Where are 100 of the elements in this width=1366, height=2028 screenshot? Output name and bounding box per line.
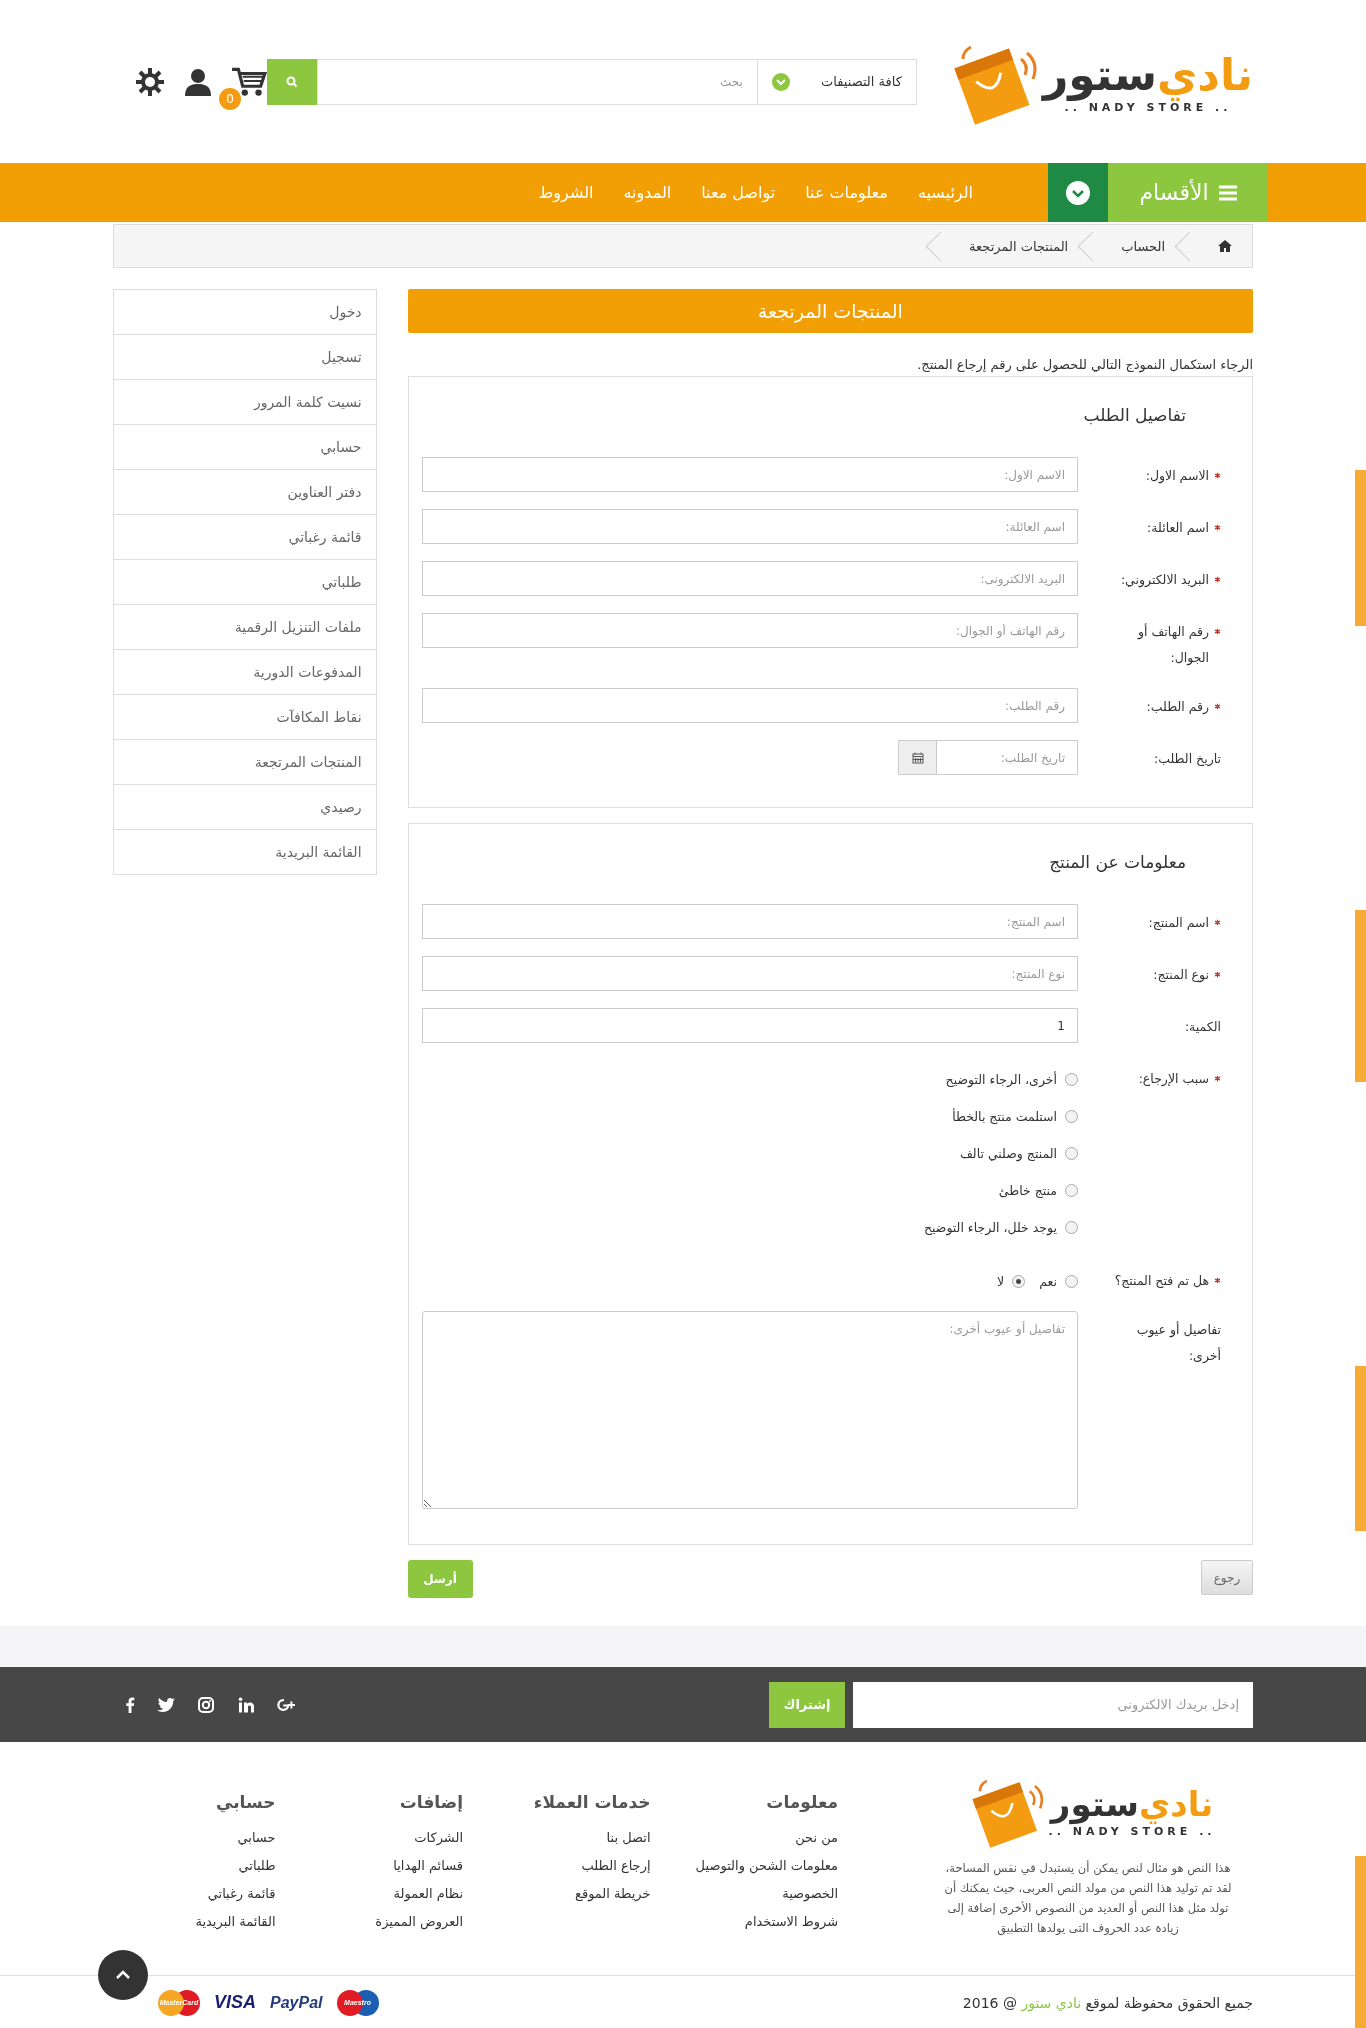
field-label: تاريخ الطلب:: [1154, 750, 1221, 769]
radio-button[interactable]: [1065, 1110, 1078, 1123]
sidebar-item[interactable]: القائمة البريدية: [114, 830, 376, 874]
logo-tagline: .. NADY STORE ..: [1064, 101, 1232, 115]
text-field[interactable]: رقم الطلب:: [421, 688, 1078, 723]
radio-button[interactable]: [1065, 1147, 1078, 1160]
field-label: الاسم الاول:: [1145, 467, 1209, 486]
field-label: سبب الإرجاع:: [1138, 1070, 1209, 1089]
footer-link[interactable]: اتصل بنا: [488, 1824, 651, 1852]
sidebar-item[interactable]: نسيت كلمة المرور: [114, 380, 376, 425]
back-button[interactable]: رجوع: [1201, 1560, 1253, 1595]
sidebar-item[interactable]: نقاط المكافآت: [114, 695, 376, 740]
home-icon[interactable]: [1218, 240, 1232, 252]
chevron-up-icon: [115, 1970, 131, 1980]
radio-label: منتج خاطئ: [998, 1183, 1057, 1198]
search-field[interactable]: بحث: [317, 58, 757, 105]
footer-link[interactable]: قائمة رغباتي: [113, 1880, 276, 1908]
sidebar-item[interactable]: المنتجات المرتجعة: [114, 740, 376, 785]
text-field[interactable]: البريد الالكترونى:: [421, 561, 1078, 596]
footer-link[interactable]: الشركات: [300, 1824, 463, 1852]
radio-button[interactable]: [1012, 1275, 1026, 1288]
scroll-to-top-button[interactable]: [98, 1950, 148, 2000]
logo-name: ناديستور: [1042, 48, 1253, 102]
cart-count-badge: 0: [219, 87, 241, 110]
footer-link[interactable]: شروط الاستخدام: [675, 1908, 839, 1936]
settings-icon[interactable]: [135, 66, 165, 97]
field-label: رقم الهاتف أو الجوال:: [1136, 622, 1209, 668]
field-label: تفاصيل أو عيوب أخرى:: [1135, 1320, 1221, 1365]
facebook-icon[interactable]: [125, 1696, 135, 1713]
details-textarea[interactable]: تفاصيل أو عيوب أخرى:: [421, 1311, 1078, 1509]
text-field[interactable]: نوع المنتج:: [421, 956, 1078, 991]
radio-button[interactable]: [1065, 1221, 1078, 1234]
field-label: رقم الطلب:: [1146, 698, 1209, 716]
field-label: اسم العائلة:: [1147, 519, 1209, 537]
search-icon: [286, 75, 298, 88]
breadcrumb-link[interactable]: المنتجات المرتجعة: [969, 238, 1069, 254]
text-field[interactable]: اسم المنتج:: [421, 904, 1078, 939]
radio-label: نعم: [1039, 1274, 1057, 1289]
footer-link[interactable]: نظام العمولة: [300, 1880, 463, 1908]
field-label: نوع المنتج:: [1153, 966, 1209, 985]
google-plus-icon[interactable]: [277, 1696, 295, 1713]
footer-link[interactable]: معلومات الشحن والتوصيل: [675, 1852, 839, 1880]
text-field[interactable]: الاسم الاول:: [421, 457, 1078, 492]
sidebar-item[interactable]: رصيدي: [114, 785, 376, 830]
text-field[interactable]: 1: [421, 1008, 1078, 1043]
footer-link[interactable]: القائمة البريدية: [113, 1908, 276, 1936]
calendar-icon[interactable]: [911, 751, 924, 764]
radio-label: لا: [997, 1274, 1005, 1289]
breadcrumb-link[interactable]: الحساب: [1121, 238, 1165, 254]
sidebar-item[interactable]: المدفوعات الدورية: [114, 650, 376, 695]
footer-link[interactable]: من نحن: [675, 1824, 839, 1852]
radio-label: المنتج وصلني تالف: [959, 1146, 1057, 1161]
sidebar-item[interactable]: ملفات التنزيل الرقمية: [114, 605, 376, 650]
page-title: المنتجات المرتجعة: [407, 289, 1253, 333]
sidebar-item[interactable]: قائمة رغباتي: [114, 515, 376, 560]
logo-tagline: .. NADY STORE ..: [1048, 1824, 1216, 1838]
sidebar-item[interactable]: دخول: [114, 290, 376, 335]
cart-icon[interactable]: [231, 65, 267, 98]
intro-text: الرجاء استكمال النموذج التالي للحصول على رقم إرجاع المنتج.: [916, 357, 1253, 372]
footer-link[interactable]: إرجاع الطلب: [488, 1852, 651, 1880]
footer-heading: حسابي: [214, 1792, 276, 1812]
footer-link[interactable]: قسائم الهدايا: [300, 1852, 463, 1880]
sidebar-item[interactable]: حسابي: [114, 425, 376, 470]
footer-heading: إضافات: [398, 1792, 463, 1812]
visa-logo: VISA: [214, 1992, 256, 2013]
section-title: تفاصيل الطلب: [1082, 405, 1186, 425]
footer-link[interactable]: حسابي: [113, 1824, 276, 1852]
text-field[interactable]: اسم العائلة:: [421, 509, 1078, 544]
footer-link[interactable]: الخصوصية: [675, 1880, 839, 1908]
linkedin-icon[interactable]: [237, 1696, 255, 1713]
calendar-button[interactable]: [898, 740, 936, 775]
category-dropdown[interactable]: كافة التصنيفات: [756, 58, 917, 105]
radio-button[interactable]: [1065, 1184, 1078, 1197]
newsletter-email-field[interactable]: إدخل بريدك الالكترونى: [853, 1681, 1253, 1728]
field-label: هل تم فتح المنتج؟: [1114, 1272, 1209, 1290]
radio-button[interactable]: [1065, 1073, 1078, 1086]
chevron-down-icon: [1066, 180, 1090, 205]
section-title: معلومات عن المنتج: [1048, 852, 1186, 872]
radio-label: استلمت منتج بالخطأ: [952, 1109, 1057, 1124]
sidebar-item[interactable]: طلباتي: [114, 560, 376, 605]
logo-name: ناديستور: [1050, 1784, 1214, 1825]
sidebar-item[interactable]: دفتر العناوين: [114, 470, 376, 515]
user-icon[interactable]: [183, 66, 213, 97]
paypal-logo: PayPal: [270, 1993, 323, 2012]
footer-link[interactable]: العروض المميزة: [300, 1908, 463, 1936]
radio-label: أخرى، الرجاء التوضيح: [945, 1072, 1057, 1087]
field-label: البريد الالكتروني:: [1120, 571, 1209, 590]
footer-link[interactable]: خريطة الموقع: [488, 1880, 651, 1908]
footer-heading: خدمات العملاء: [532, 1792, 651, 1812]
twitter-icon[interactable]: [157, 1696, 175, 1713]
footer-link[interactable]: طلباتي: [113, 1852, 276, 1880]
sidebar-item[interactable]: تسجيل: [114, 335, 376, 380]
date-field[interactable]: تاريخ الطلب:: [936, 740, 1078, 775]
menu-icon: [1218, 184, 1237, 201]
categories-toggle[interactable]: [1048, 163, 1108, 222]
instagram-icon[interactable]: [197, 1696, 215, 1713]
radio-button[interactable]: [1065, 1275, 1078, 1288]
radio-label: يوجد خلل، الرجاء التوضيح: [923, 1220, 1057, 1235]
chevron-down-icon: [771, 72, 790, 91]
footer-heading: معلومات: [765, 1792, 839, 1812]
